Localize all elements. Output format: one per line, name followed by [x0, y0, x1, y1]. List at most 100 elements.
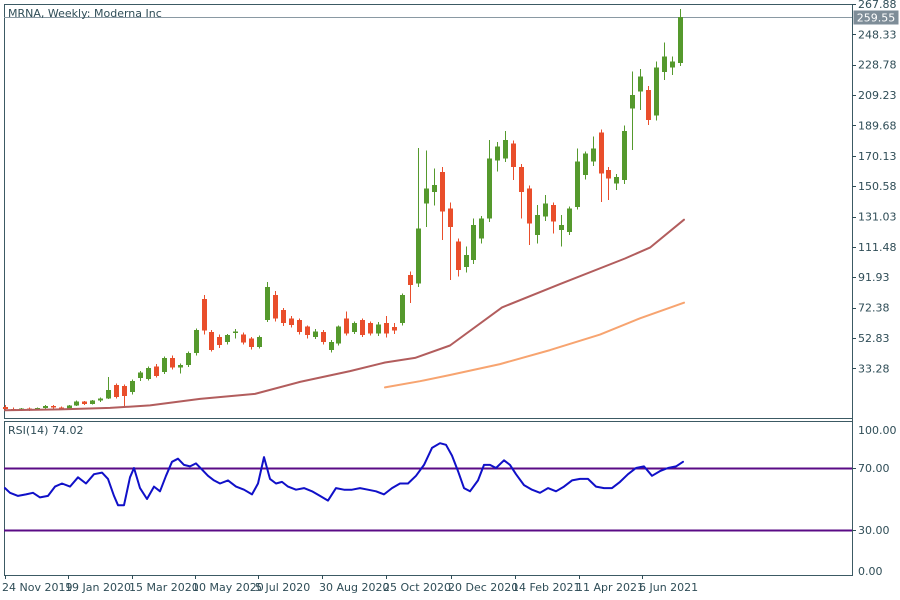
- price-tick-label: 228.78: [858, 59, 897, 72]
- rsi-level-label: 70.00: [858, 462, 890, 475]
- candle-down: [122, 386, 127, 396]
- candle-down: [305, 327, 310, 335]
- candle-up: [479, 218, 484, 238]
- candle-up: [186, 353, 191, 365]
- candle-down: [202, 299, 207, 331]
- candle-up: [313, 331, 318, 336]
- price-tick-label: 170.13: [858, 150, 897, 163]
- candle-down: [170, 358, 175, 367]
- candle-up: [591, 148, 596, 161]
- candle-down: [511, 143, 516, 166]
- candle-down: [297, 320, 302, 332]
- candle-up: [622, 131, 627, 180]
- rsi-level-label: 100.00: [858, 424, 897, 437]
- candle-down: [440, 172, 445, 212]
- candle-up: [265, 287, 270, 320]
- date-tick-label: 14 Feb 2021: [512, 581, 580, 594]
- price-tick-label: 267.88: [858, 0, 897, 11]
- candle-up: [464, 255, 469, 267]
- ma-short-line: [385, 303, 684, 388]
- date-tick-label: 5 Jul 2020: [255, 581, 310, 594]
- trading-chart-window: MRNA, Weekly: Moderna Inc RSI(14) 74.02 …: [0, 0, 900, 600]
- rsi-level-label: 30.00: [858, 524, 890, 537]
- candle-up: [74, 402, 79, 406]
- date-tick-label: 25 Oct 2020: [383, 581, 451, 594]
- candle-up: [424, 188, 429, 203]
- candle-down: [646, 90, 651, 120]
- candle-down: [606, 170, 611, 178]
- candle-up: [400, 295, 405, 323]
- candle-up: [630, 95, 635, 108]
- date-tick-label: 6 Jun 2021: [639, 581, 698, 594]
- candle-down: [527, 188, 532, 223]
- price-tick-label: 111.48: [858, 241, 897, 254]
- rsi-line: [5, 443, 683, 505]
- candle-up: [257, 337, 262, 347]
- candle-up: [178, 365, 183, 367]
- candle-down: [392, 327, 397, 331]
- time-axis: 24 Nov 201919 Jan 202015 Mar 202010 May …: [2, 575, 698, 594]
- candle-up: [162, 358, 167, 372]
- rsi-indicator: 100.00 70.00 30.00 0.00: [4, 424, 897, 578]
- price-tick-label: 209.23: [858, 89, 897, 102]
- ma-short: [385, 303, 684, 388]
- price-tick-label: 248.33: [858, 28, 897, 41]
- candle-up: [416, 228, 421, 283]
- candle-up: [352, 323, 357, 332]
- current-price-label: 259.55: [857, 12, 896, 25]
- candle-up: [146, 368, 151, 379]
- candle-up: [98, 398, 103, 400]
- ma-long-line: [5, 220, 684, 411]
- candle-up: [654, 67, 659, 115]
- candle-up: [583, 153, 588, 175]
- candle-up: [130, 381, 135, 392]
- candle-up: [638, 76, 643, 91]
- date-tick-label: 20 Dec 2020: [448, 581, 518, 594]
- price-tick-label: 189.68: [858, 119, 897, 132]
- candle-up: [43, 406, 48, 408]
- date-tick-label: 19 Jan 2020: [65, 581, 131, 594]
- candle-up: [662, 57, 667, 73]
- date-tick-label: 30 Aug 2020: [319, 581, 389, 594]
- date-tick-label: 10 May 2020: [192, 581, 264, 594]
- candle-down: [209, 332, 214, 350]
- candle-down: [344, 318, 349, 333]
- candle-up: [487, 158, 492, 218]
- candle-up: [543, 204, 548, 217]
- chart-canvas[interactable]: 267.88248.33228.78209.23189.68170.13150.…: [0, 0, 900, 600]
- candle-up: [225, 335, 230, 342]
- candle-down: [154, 366, 159, 376]
- date-tick-label: 15 Mar 2020: [129, 581, 199, 594]
- candle-up: [329, 342, 334, 350]
- candle-down: [281, 310, 286, 323]
- candle-down: [599, 132, 604, 173]
- date-tick-label: 24 Nov 2019: [2, 581, 72, 594]
- candle-up: [138, 373, 143, 378]
- candle-down: [114, 385, 119, 397]
- rsi-level-label: 0.00: [858, 565, 883, 578]
- price-tick-label: 131.03: [858, 211, 897, 224]
- candle-up: [503, 140, 508, 158]
- candle-down: [448, 208, 453, 226]
- price-axis: 267.88248.33228.78209.23189.68170.13150.…: [852, 0, 897, 575]
- candle-up: [471, 225, 476, 260]
- candlestick-series: [3, 9, 683, 411]
- candle-down: [384, 323, 389, 333]
- current-price-badge: 259.55: [854, 11, 899, 25]
- ma-long: [5, 220, 684, 411]
- rsi-indicator-label: RSI(14) 74.02: [8, 424, 83, 437]
- candle-up: [106, 390, 111, 398]
- candle-down: [249, 338, 254, 347]
- candle-up: [336, 327, 341, 344]
- candle-down: [82, 402, 87, 404]
- chart-symbol-label: MRNA, Weekly: Moderna Inc: [8, 7, 162, 20]
- candle-up: [432, 185, 437, 192]
- candle-up: [233, 331, 238, 333]
- candle-down: [3, 407, 8, 409]
- candle-up: [376, 324, 381, 333]
- candle-down: [551, 205, 556, 222]
- candle-down: [360, 320, 365, 335]
- candle-down: [368, 323, 373, 333]
- date-tick-label: 11 Apr 2021: [576, 581, 644, 594]
- candle-up: [678, 17, 683, 63]
